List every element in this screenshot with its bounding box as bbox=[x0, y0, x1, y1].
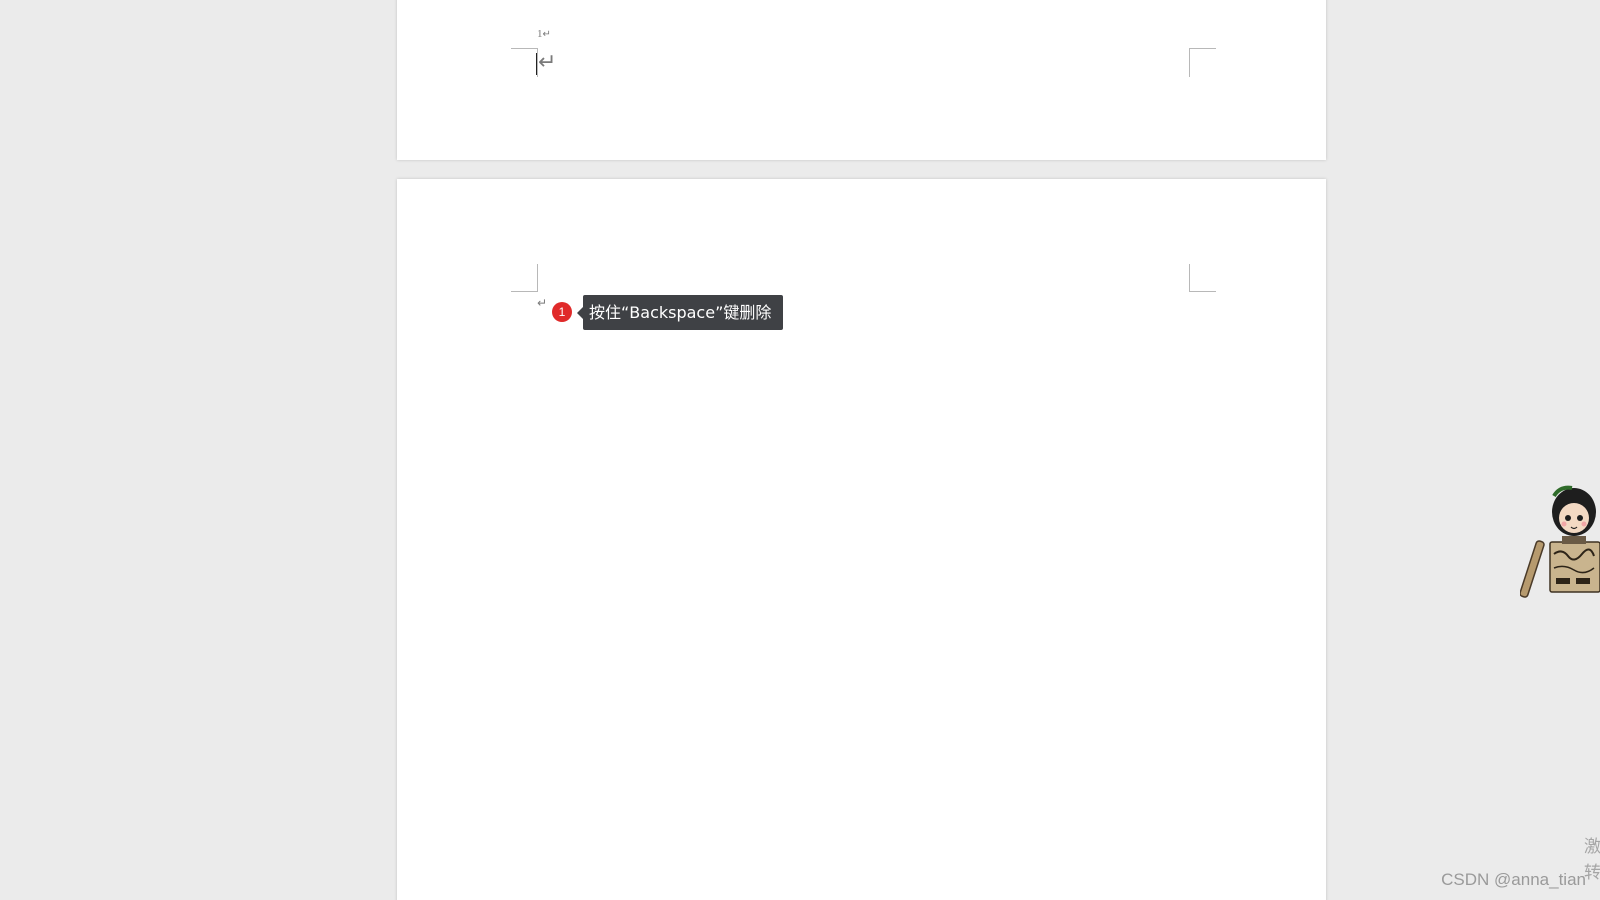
document-canvas: 1↵ ↵ ↵ 1 按住“Backspace”键删除 激 转 CSDN @anna… bbox=[0, 0, 1600, 900]
page-number-paragraph-mark: ↵ bbox=[542, 29, 551, 40]
margin-corner-top-right-page2 bbox=[1189, 264, 1216, 292]
side-watermark-char-2: 转 bbox=[1584, 863, 1600, 883]
mascot-sticker-icon bbox=[1520, 485, 1600, 598]
csdn-watermark: CSDN @anna_tian bbox=[1441, 870, 1586, 889]
step-number-badge: 1 bbox=[552, 302, 572, 322]
page-number: 1↵ bbox=[537, 28, 551, 40]
margin-corner-top-left bbox=[511, 48, 538, 77]
instruction-tooltip: 按住“Backspace”键删除 bbox=[576, 295, 784, 330]
text-cursor bbox=[536, 53, 537, 75]
margin-corner-top-right bbox=[1189, 48, 1216, 77]
paragraph-mark-icon[interactable]: ↵ bbox=[538, 50, 556, 75]
side-watermark-char-1: 激 bbox=[1584, 837, 1600, 857]
paragraph-mark-icon[interactable]: ↵ bbox=[537, 296, 547, 310]
margin-corner-top-left-page2 bbox=[511, 264, 538, 292]
document-page-1[interactable] bbox=[397, 0, 1326, 160]
